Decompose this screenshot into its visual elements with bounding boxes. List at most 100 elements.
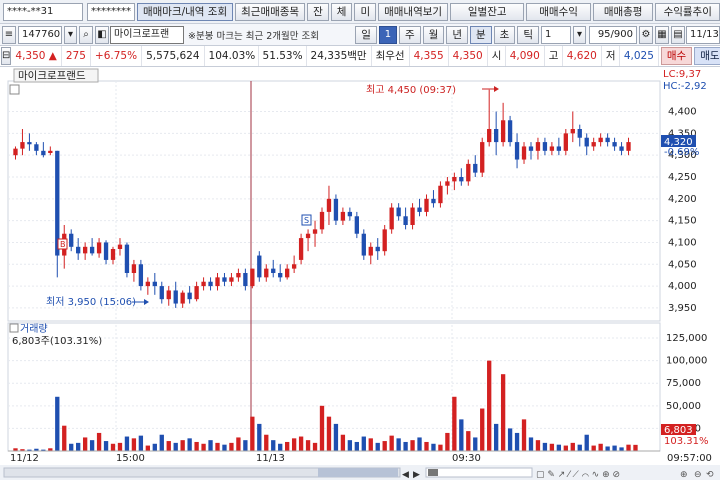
candle-body [507, 120, 513, 143]
volume-ratio: 104.03% [205, 46, 259, 66]
daily-balance-button[interactable]: 일별잔고 [450, 2, 525, 21]
trade-profit-button[interactable]: 매매수익 [526, 2, 591, 21]
open-price: 4,090 [506, 46, 545, 66]
candle-body [438, 185, 443, 204]
zoom-handle[interactable] [428, 469, 438, 476]
high-price: 4,620 [563, 46, 602, 66]
reset-icon[interactable]: ⟲ [706, 470, 714, 480]
unfilled-button[interactable]: 미 [354, 2, 377, 21]
volume-bar [389, 435, 394, 451]
candle-body [13, 148, 18, 156]
buy-button[interactable]: 매수 [660, 47, 693, 65]
candle-body [201, 281, 206, 287]
volume-bar [403, 441, 408, 451]
tab-second[interactable]: 초 [493, 25, 516, 44]
volume-bar [208, 440, 213, 451]
tab-day[interactable]: 일 [355, 25, 377, 44]
candle-body [152, 281, 157, 287]
return-trend-button[interactable]: 수익률추이 [655, 2, 720, 21]
volume-bar [222, 444, 227, 451]
drawing-tools-icons[interactable]: ▢ ✎ ↗ ⁄ ⟋ ⌒ ∿ ⊕ ⊘ [536, 470, 620, 480]
candle-body [473, 163, 478, 173]
volume-bar [424, 441, 429, 451]
grid-icon[interactable]: ▦ [655, 25, 669, 44]
tab-month[interactable]: 월 [422, 25, 445, 44]
scroll-right-icon[interactable]: ▶ [413, 470, 420, 480]
price-tick-label: 4,250 [668, 172, 697, 183]
ask-price: 4,350 [449, 46, 488, 66]
price-tick-label: 3,950 [668, 303, 697, 314]
balance-button[interactable]: 잔 [307, 2, 329, 21]
volume-bar [305, 440, 311, 451]
zoom-out-icon[interactable]: ⊖ [694, 470, 702, 480]
recent-trades-button[interactable]: 최근매매종목 [235, 2, 306, 21]
svg-text:S: S [304, 216, 309, 225]
candle-body [556, 146, 562, 151]
low-price: 4,025 [620, 46, 659, 66]
count-field[interactable]: 95/900 [589, 25, 637, 44]
candle-body [493, 129, 499, 143]
tab-year[interactable]: 년 [446, 25, 468, 44]
tab-tick[interactable]: 틱 [517, 25, 539, 44]
candle-body [361, 233, 366, 256]
minute-mark-notice: ※분봉 마크는 최근 2개월만 조회 [188, 30, 319, 42]
trade-volume: 5,575,624 [142, 46, 205, 66]
volume-bar [521, 419, 527, 451]
bookmark-icon[interactable]: ◧ [95, 25, 109, 44]
candle-body [243, 273, 248, 287]
volume-bar [438, 444, 443, 451]
volume-current-pct: 103.31% [664, 436, 709, 447]
account-select[interactable]: ****-**31 [3, 2, 83, 21]
candle-body [173, 290, 178, 304]
candle-body [598, 137, 603, 143]
interval-select[interactable]: 1 [541, 25, 571, 44]
volume-bar [410, 440, 415, 451]
scroll-left-icon[interactable]: ◀ [402, 470, 409, 480]
volume-toggle-icon[interactable] [9, 323, 19, 333]
date-field[interactable]: 11/13 [686, 25, 720, 44]
candle-body [305, 233, 311, 239]
stock-code-input[interactable]: 147760 [18, 25, 62, 44]
tab-minute[interactable]: 분 [469, 25, 492, 44]
trade-summary-button[interactable]: 매매총평 [592, 2, 654, 21]
trade-mark-query-button[interactable]: 매매마크/내역 조회 [136, 2, 234, 21]
password-field[interactable]: ******** [86, 2, 135, 21]
search-icon[interactable]: ⌕ [79, 25, 93, 44]
dropdown-icon[interactable]: ▾ [573, 25, 586, 44]
tab-week[interactable]: 주 [398, 25, 421, 44]
day-interval-value[interactable]: 1 [378, 25, 397, 44]
settings-icon[interactable]: ⚙ [639, 25, 653, 44]
calendar-icon[interactable]: ▤ [671, 25, 685, 44]
zoom-slider[interactable] [425, 467, 533, 478]
candle-body [333, 198, 339, 221]
candle-body [124, 244, 130, 273]
candle-body [187, 292, 192, 300]
volume-bar [173, 442, 178, 451]
stock-name-field: 마이크로프랜 [110, 25, 184, 44]
candle-body [236, 273, 241, 278]
price-chart[interactable]: 마이크로프랜드 LC:9,37 HC:-2,92 4,4004,3504,300… [0, 67, 720, 480]
chart-toggle-icon[interactable] [9, 84, 20, 95]
candle-body [131, 264, 137, 273]
filled-button[interactable]: 체 [330, 2, 353, 21]
volume-bar [250, 416, 255, 451]
volume-bar [556, 444, 562, 451]
candle-body [347, 211, 353, 217]
expand-icon[interactable]: ⊟ [1, 47, 12, 65]
volume-bar [452, 396, 457, 451]
zoom-in-icon[interactable]: ⊕ [680, 470, 688, 480]
candle-body [521, 146, 527, 160]
volume-bar [368, 438, 373, 451]
volume-bar [152, 443, 157, 451]
trade-history-button[interactable]: 매매내역보기 [378, 2, 449, 21]
volume-bar [584, 434, 589, 451]
volume-bar [598, 443, 603, 451]
volume-bar [542, 442, 548, 451]
volume-bar [396, 438, 401, 451]
volume-info: 6,803주(103.31%) [12, 336, 102, 347]
scroll-thumb[interactable] [318, 468, 398, 477]
dropdown-icon[interactable]: ▾ [64, 25, 77, 44]
menu-icon[interactable]: ≡ [2, 25, 16, 44]
sell-button[interactable]: 매도 [694, 47, 720, 65]
volume-bar [89, 440, 95, 451]
